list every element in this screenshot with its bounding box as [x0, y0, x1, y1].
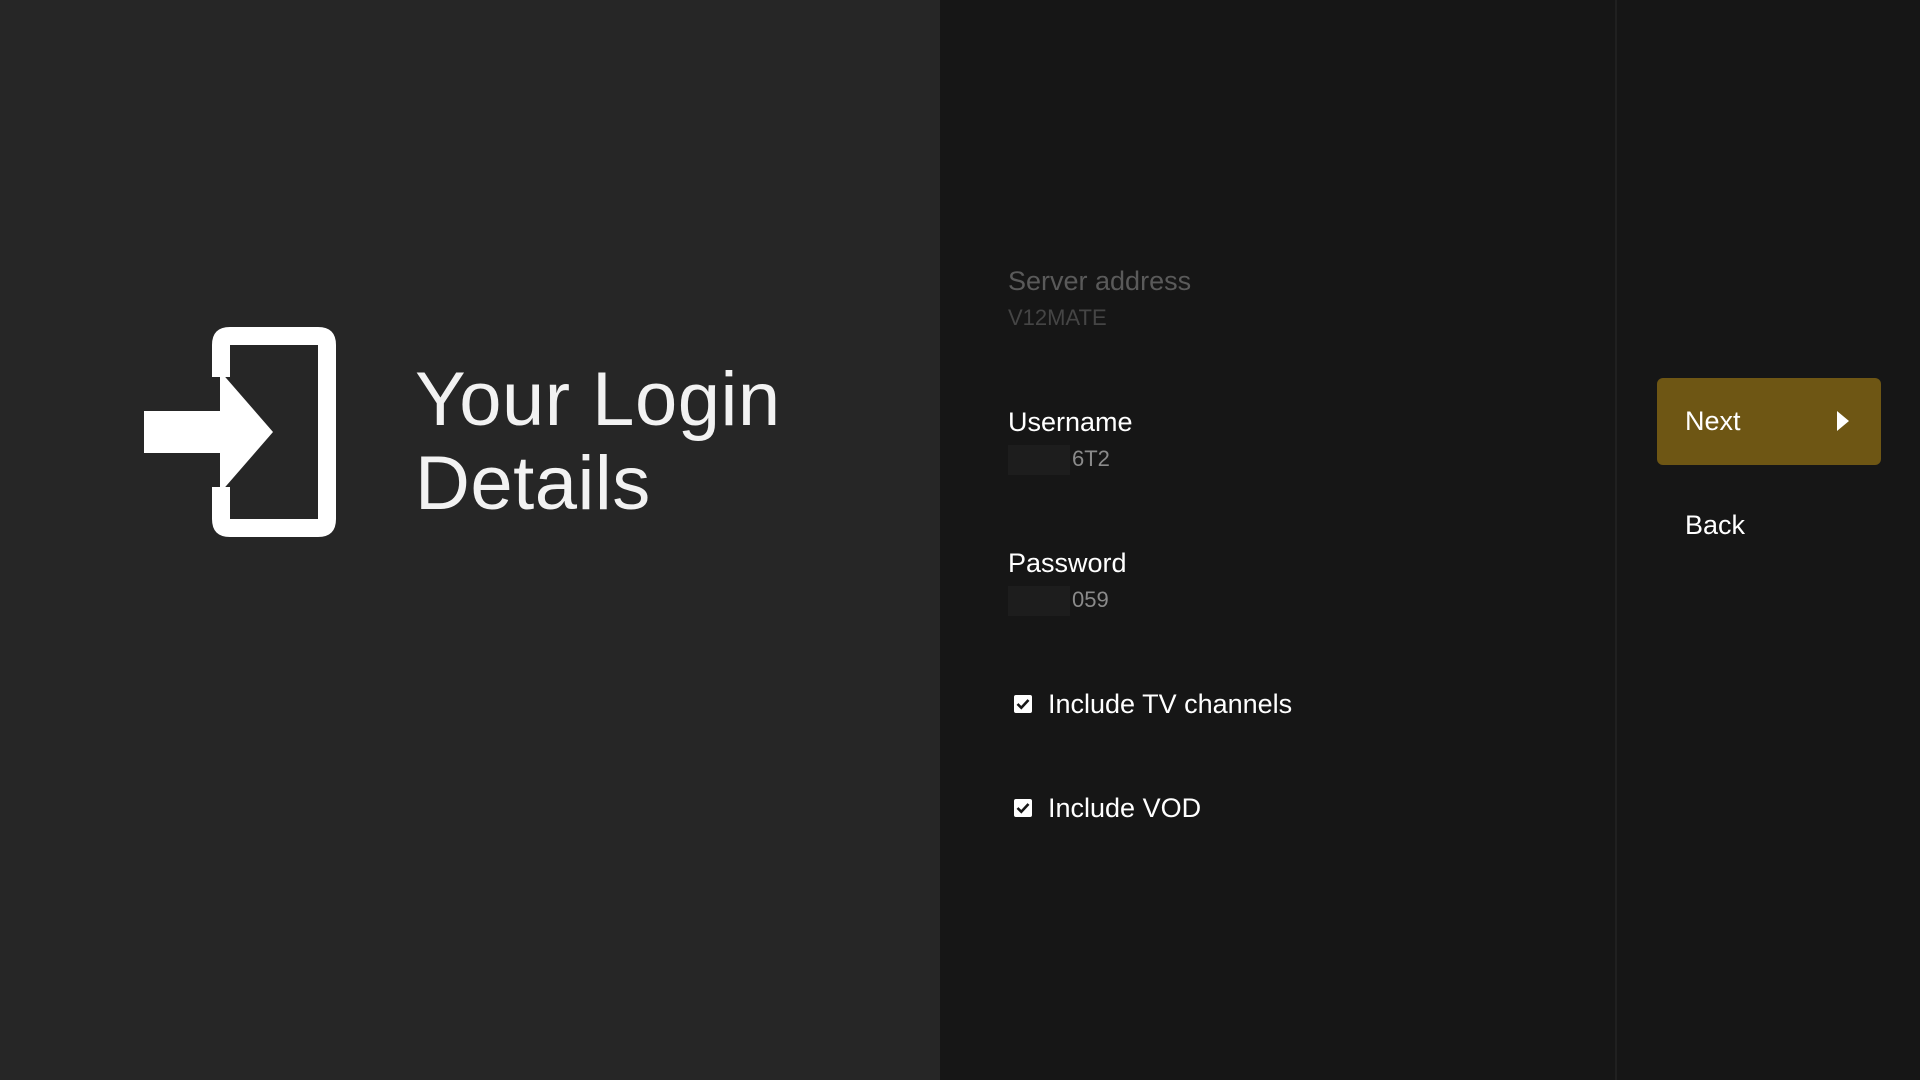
password-field[interactable]: Password 059: [1008, 546, 1127, 617]
login-form: Server address V12MATE Username 6T2 Pass…: [940, 0, 1615, 1080]
server-address-label: Server address: [1008, 266, 1192, 296]
checkmark-icon: [1016, 699, 1030, 710]
checkmark-icon: [1016, 803, 1030, 814]
redaction-block: [1008, 586, 1070, 617]
checkbox-checked-icon: [1014, 695, 1032, 713]
page-title: Your Login Details: [415, 358, 915, 526]
server-address-field: Server address V12MATE: [1008, 264, 1191, 332]
include-tv-channels-label: Include TV channels: [1048, 689, 1293, 719]
password-value: 059: [1072, 587, 1109, 612]
username-value: 6T2: [1072, 446, 1110, 471]
page-title-line2: Details: [415, 441, 651, 526]
include-vod-checkbox[interactable]: Include VOD: [1014, 791, 1201, 825]
back-button[interactable]: Back: [1657, 482, 1881, 569]
next-button[interactable]: Next: [1657, 378, 1881, 465]
guidance-pane: Your Login Details: [0, 0, 940, 1080]
password-value-wrap: 059: [1008, 586, 1109, 617]
username-value-wrap: 6T2: [1008, 445, 1110, 476]
page-title-line1: Your Login: [415, 357, 781, 442]
back-button-label: Back: [1685, 510, 1746, 540]
redaction-block: [1008, 445, 1070, 476]
include-tv-channels-checkbox[interactable]: Include TV channels: [1014, 687, 1292, 721]
server-address-value: V12MATE: [1008, 305, 1107, 330]
next-button-label: Next: [1685, 406, 1741, 436]
chevron-right-icon: [1837, 411, 1849, 431]
username-field[interactable]: Username 6T2: [1008, 405, 1133, 476]
login-details-screen: Your Login Details Server address V12MAT…: [0, 0, 1920, 1080]
include-vod-label: Include VOD: [1048, 793, 1202, 823]
actions-pane: Next Back: [1615, 0, 1920, 1080]
password-label: Password: [1008, 548, 1127, 578]
checkbox-checked-icon: [1014, 799, 1032, 817]
username-label: Username: [1008, 407, 1133, 437]
login-icon: [144, 327, 336, 537]
